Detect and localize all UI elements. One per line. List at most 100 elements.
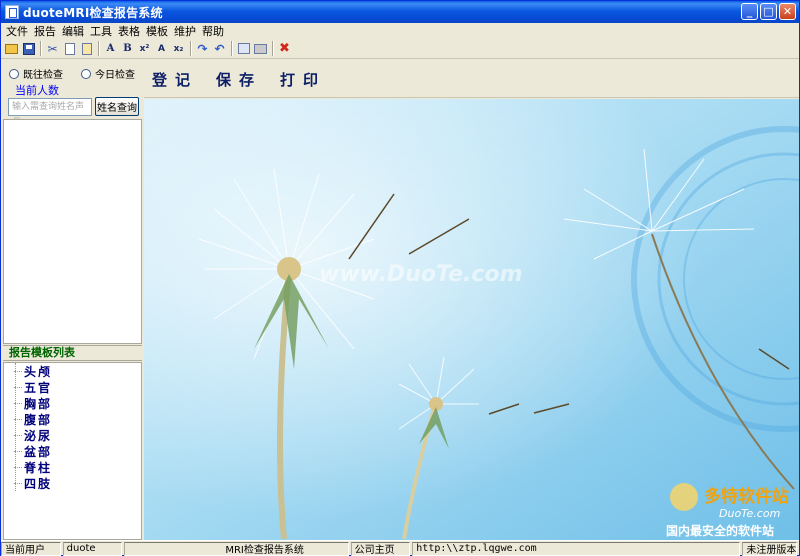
menu-maintain[interactable]: 维护 <box>171 23 199 39</box>
open-folder-icon <box>5 43 18 54</box>
paste-icon <box>81 42 92 55</box>
radio-today[interactable] <box>81 68 91 79</box>
font-color-button[interactable]: A <box>102 40 119 57</box>
paste-button[interactable] <box>78 40 95 57</box>
window-title: duoteMRI检查报告系统 <box>23 5 163 20</box>
table-icon <box>237 43 250 54</box>
status-user: duote <box>62 541 123 556</box>
menu-table[interactable]: 表格 <box>115 23 143 39</box>
superscript-icon: x² <box>139 43 150 54</box>
radio-today-label: 今日检查 <box>95 70 135 81</box>
template-label: 盆部 <box>24 444 53 459</box>
maximize-icon: □ <box>763 5 774 18</box>
minimize-button[interactable]: _ <box>741 3 758 20</box>
save-disk-icon <box>22 42 35 55</box>
toolbar-separator <box>98 41 99 56</box>
menu-file[interactable]: 文件 <box>3 23 31 39</box>
register-button[interactable]: 登记 <box>152 69 198 90</box>
brand-cn: 多特软件站 <box>704 486 789 507</box>
brand-slogan: 国内最安全的软件站 <box>666 523 774 538</box>
patient-search-panel: 既往检查 今日检查 当前人数 输入需查询姓名声母 姓名查询 <box>3 61 142 128</box>
template-item[interactable]: 胸部 <box>14 395 52 411</box>
brand-en: DuoTe.com <box>719 507 780 520</box>
maximize-button[interactable]: □ <box>760 3 777 20</box>
minimize-icon: _ <box>746 5 753 18</box>
table-button[interactable] <box>235 40 252 57</box>
status-version: 未注册版本 <box>742 541 798 556</box>
template-tree: 头颅 五官 胸部 腹部 泌尿 盆部 脊柱 四肢 <box>3 362 142 540</box>
template-item[interactable]: 五官 <box>14 379 52 395</box>
background-canvas: www.DuoTe.com 多特软件站 DuoTe.com 国内最安全的软件站 <box>144 99 799 540</box>
save-button[interactable] <box>20 40 37 57</box>
menu-bar: 文件 报告 编辑 工具 表格 模板 维护 帮助 <box>1 23 799 39</box>
menu-template[interactable]: 模板 <box>143 23 171 39</box>
template-item[interactable]: 盆部 <box>14 443 52 459</box>
toolbar-separator <box>40 41 41 56</box>
exit-icon: ✖ <box>279 41 290 56</box>
font-size-button[interactable]: A <box>153 40 170 57</box>
toolbar-separator <box>190 41 191 56</box>
undo-button[interactable]: ↶ <box>211 40 228 57</box>
bold-button[interactable]: B <box>119 40 136 57</box>
patient-list[interactable] <box>3 119 142 344</box>
status-user-label: 当前用户 <box>1 541 61 556</box>
name-search-input[interactable]: 输入需查询姓名声母 <box>8 98 92 128</box>
template-item[interactable]: 头颅 <box>14 363 52 379</box>
title-bar[interactable]: duoteMRI检查报告系统 _ □ ✕ <box>1 1 799 23</box>
print-report-button[interactable]: 打印 <box>280 69 326 90</box>
status-system: MRI检查报告系统 <box>124 541 349 556</box>
copy-icon <box>64 42 75 55</box>
radio-history-label: 既往检查 <box>23 70 63 81</box>
toolbar-separator <box>231 41 232 56</box>
status-company-label: 公司主页 <box>350 541 411 556</box>
template-item[interactable]: 泌尿 <box>14 427 52 443</box>
toolbar: ✂ A B x² A x₂ ↷ ↶ ✖ <box>1 39 799 59</box>
template-label: 脊柱 <box>24 460 53 475</box>
copy-button[interactable] <box>61 40 78 57</box>
app-icon <box>5 5 19 19</box>
template-label: 胸部 <box>24 396 53 411</box>
superscript-button[interactable]: x² <box>136 40 153 57</box>
print-button[interactable] <box>252 40 269 57</box>
redo-button[interactable]: ↷ <box>194 40 211 57</box>
menu-edit[interactable]: 编辑 <box>59 23 87 39</box>
font-size-icon: A <box>158 43 165 54</box>
action-bar: 登记 保存 打印 <box>144 61 799 98</box>
save-report-button[interactable]: 保存 <box>216 69 262 90</box>
exit-button[interactable]: ✖ <box>276 40 293 57</box>
dandelion-wallpaper: www.DuoTe.com 多特软件站 DuoTe.com 国内最安全的软件站 <box>144 99 799 540</box>
toolbar-separator <box>272 41 273 56</box>
menu-report[interactable]: 报告 <box>31 23 59 39</box>
close-icon: ✕ <box>782 5 793 18</box>
subscript-button[interactable]: x₂ <box>170 40 187 57</box>
cut-button[interactable]: ✂ <box>44 40 61 57</box>
template-label: 腹部 <box>24 412 53 427</box>
status-bar: 当前用户 duote MRI检查报告系统 公司主页 http:\\ztp.lqg… <box>1 540 799 556</box>
bold-icon: B <box>123 43 132 54</box>
name-search-button[interactable]: 姓名查询 <box>95 97 139 116</box>
undo-icon: ↶ <box>214 41 225 56</box>
cut-icon: ✂ <box>47 41 58 56</box>
menu-help[interactable]: 帮助 <box>199 23 227 39</box>
open-button[interactable] <box>3 40 20 57</box>
print-icon <box>254 43 267 54</box>
redo-icon: ↷ <box>197 41 208 56</box>
status-url: http:\\ztp.lqgwe.com <box>412 541 741 556</box>
radio-history[interactable] <box>9 68 19 79</box>
template-label: 四肢 <box>24 476 53 491</box>
close-button[interactable]: ✕ <box>779 3 796 20</box>
template-item[interactable]: 腹部 <box>14 411 52 427</box>
font-color-icon: A <box>106 43 115 54</box>
current-count-label: 当前人数 <box>15 84 59 97</box>
radio-group: 既往检查 今日检查 <box>9 66 135 81</box>
watermark-text: www.DuoTe.com <box>319 262 523 287</box>
template-label: 头颅 <box>24 364 53 379</box>
brand-logo: 多特软件站 DuoTe.com 国内最安全的软件站 <box>666 483 789 538</box>
template-item[interactable]: 四肢 <box>14 475 52 491</box>
app-window: duoteMRI检查报告系统 _ □ ✕ 文件 报告 编辑 工具 表格 模板 维… <box>0 0 800 556</box>
template-label: 泌尿 <box>24 428 53 443</box>
menu-tools[interactable]: 工具 <box>87 23 115 39</box>
template-label: 五官 <box>24 380 53 395</box>
template-item[interactable]: 脊柱 <box>14 459 52 475</box>
subscript-icon: x₂ <box>173 43 184 54</box>
